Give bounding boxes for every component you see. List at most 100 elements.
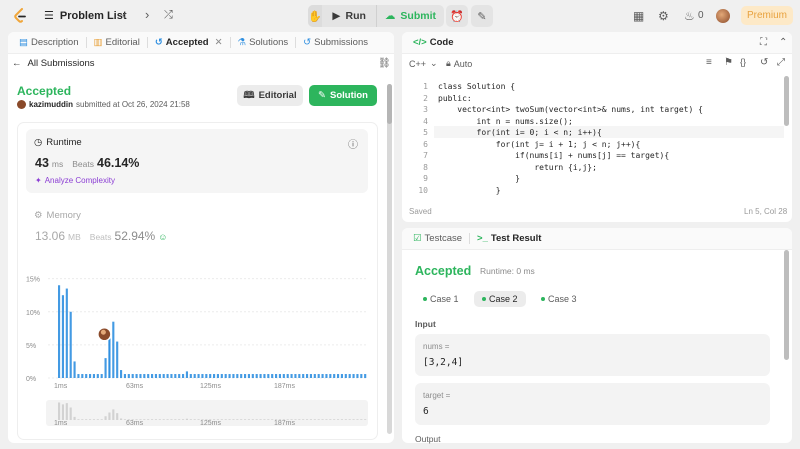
chart-bar [267, 374, 270, 378]
case-3-tab[interactable]: Case 3 [533, 291, 585, 307]
submit-button[interactable]: ☁ Submit [375, 5, 444, 27]
overview-bar [92, 419, 96, 420]
solution-button[interactable]: ✎ Solution [309, 85, 377, 106]
code-line: int n = nums.size(); [438, 116, 573, 126]
target-box[interactable]: target = 6 [415, 383, 770, 425]
debug-icon[interactable]: ✋ [308, 5, 323, 27]
fire-icon[interactable]: ♨ [684, 9, 695, 23]
tab-accepted[interactable]: ↺ Accepted ✕ [152, 37, 226, 48]
output-label: Output [415, 434, 441, 444]
chart-bar [294, 374, 297, 378]
overview-bar [240, 419, 243, 420]
tab-label: Description [30, 37, 79, 48]
chart-bar [236, 374, 239, 378]
result-scrollbar[interactable] [784, 250, 789, 360]
nums-value: [3,2,4] [423, 357, 464, 368]
editorial-button[interactable]: 🕮 Editorial [237, 85, 303, 106]
overview-bar [344, 419, 347, 420]
prev-problem-icon[interactable]: ‹ [122, 8, 126, 22]
chart-bar [100, 374, 103, 378]
fullscreen-icon[interactable]: ⤢ [777, 57, 785, 68]
memory-unit: MB [68, 232, 81, 242]
tab-solutions[interactable]: ⚗ Solutions [235, 37, 292, 48]
chart-bar [302, 374, 305, 378]
problem-list-button[interactable]: ☰ Problem List [44, 9, 127, 23]
pass-dot [541, 297, 545, 301]
chart-bar [158, 374, 161, 378]
tab-testcase[interactable]: ☑ Testcase [410, 233, 465, 244]
user-avatar[interactable] [17, 100, 26, 109]
overview-tick-label: 187ms [274, 420, 296, 427]
overview-bar [100, 419, 103, 420]
run-button[interactable]: ▶ Run [322, 5, 376, 27]
case-2-tab[interactable]: Case 2 [474, 291, 526, 307]
code-line: vector<int> twoSum(vector<int>& nums, in… [438, 105, 703, 114]
lock-icon: 🔒︎ [446, 58, 451, 68]
layout-grid-icon[interactable]: ▦ [633, 9, 644, 23]
info-icon[interactable]: ⓘ [348, 136, 358, 151]
close-icon[interactable]: ✕ [215, 37, 223, 48]
list-icon: ☰ [44, 10, 54, 22]
nums-label: nums = [423, 342, 450, 351]
code-scrollbar[interactable] [784, 76, 789, 126]
tab-submissions[interactable]: ↺ Submissions [300, 37, 371, 48]
tab-description[interactable]: ▤ Description [16, 37, 82, 48]
analyze-complexity-link[interactable]: ✦ Analyze Complexity [35, 176, 115, 185]
tab-editorial[interactable]: ▥ Editorial [91, 37, 143, 48]
overview-bar [58, 402, 61, 420]
left-scrollbar-thumb[interactable] [387, 84, 392, 124]
chart-bar [182, 374, 185, 378]
overview-bar [329, 419, 332, 420]
overview-bar [69, 407, 72, 420]
all-submissions-link[interactable]: ← All Submissions [12, 58, 95, 69]
chart-bar [189, 374, 192, 378]
language-select[interactable]: C++ ⌄ [409, 58, 438, 69]
runtime-box[interactable]: ◷ Runtime ⓘ 43 ms Beats 46.14% ✦ Analyze… [26, 129, 368, 193]
auto-mode[interactable]: 🔒︎ Auto [446, 58, 472, 69]
chart-bar [244, 374, 247, 378]
chart-bar [348, 374, 351, 378]
memory-header[interactable]: ⚙ Memory [34, 210, 81, 221]
bookmark-icon[interactable]: ⚑ [724, 57, 733, 68]
gear-icon[interactable]: ⚙ [658, 9, 669, 23]
left-scrollbar[interactable] [387, 84, 392, 434]
tab-test-result[interactable]: >_ Test Result [474, 233, 544, 244]
username[interactable]: kazimuddin [29, 100, 73, 109]
play-icon: ▶ [332, 10, 341, 22]
nums-box[interactable]: nums = [3,2,4] [415, 334, 770, 376]
chart-bar [143, 374, 146, 378]
y-tick-label: 15% [26, 277, 40, 284]
premium-button[interactable]: Premium [741, 6, 793, 25]
reset-icon[interactable]: ↺ [760, 57, 768, 68]
overview-bar [321, 419, 324, 420]
maximize-icon[interactable]: ⛶ [760, 37, 767, 48]
notes-icon[interactable]: ✎ [471, 5, 493, 27]
analyze-label: Analyze Complexity [44, 176, 115, 185]
tab-label: Test Result [490, 233, 542, 244]
braces-icon[interactable]: {} [740, 57, 746, 67]
overview-bar [255, 419, 258, 420]
submitted-info: kazimuddin submitted at Oct 26, 2024 21:… [17, 100, 190, 109]
memory-stats: 13.06 MB Beats 52.94% ☺ [35, 229, 167, 243]
collapse-icon[interactable]: ⌃ [779, 37, 787, 48]
case-1-tab[interactable]: Case 1 [415, 291, 467, 307]
shuffle-icon[interactable]: ⤮ [164, 8, 173, 22]
leetcode-logo[interactable] [13, 8, 27, 24]
overview-bar [267, 419, 270, 420]
overview-bar [77, 419, 80, 420]
tab-label: Code [429, 37, 454, 48]
arrow-left-icon: ← [12, 58, 22, 69]
tab-code[interactable]: </> Code [410, 37, 457, 48]
alarm-clock-icon[interactable]: ⏰ [446, 5, 468, 27]
divider [469, 233, 471, 244]
format-icon[interactable]: ≡ [706, 57, 712, 68]
code-editor[interactable]: 1 2 3 4 5 6 7 8 9 10 class Solution { pu… [402, 74, 792, 200]
next-problem-icon[interactable]: › [145, 8, 149, 22]
overview-bar [170, 419, 173, 420]
overview-bar [352, 419, 355, 420]
runtime-distribution-chart[interactable]: 15% 10% 5% 0% 1ms 63ms 125ms 187ms 1ms 63ms 125ms 1… [26, 268, 371, 430]
avatar[interactable] [716, 9, 730, 23]
overview-bar [108, 412, 111, 420]
tab-label: Testcase [424, 233, 463, 244]
link-icon[interactable]: ⛓ [378, 58, 391, 69]
